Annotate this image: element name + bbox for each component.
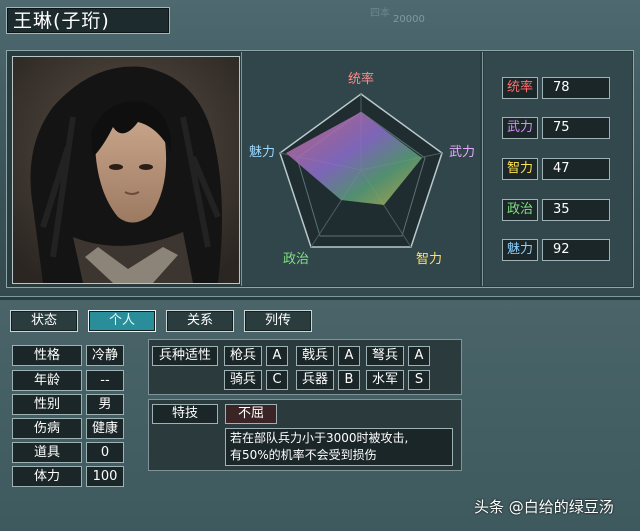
skill-description-line2: 有50%的机率不会受到损伤 xyxy=(230,448,377,462)
character-name: 王琳(子珩) xyxy=(6,7,170,34)
tab-biography[interactable]: 列传 xyxy=(244,310,312,332)
stat-value: 35 xyxy=(542,199,610,221)
stat-value: 92 xyxy=(542,239,610,261)
radar-label-leadership: 统率 xyxy=(348,71,374,87)
aptitude-unit: 枪兵 xyxy=(224,346,262,366)
aptitude-grade: A xyxy=(408,346,430,366)
personal-label: 体力 xyxy=(12,466,82,487)
personal-label: 性格 xyxy=(12,345,82,366)
personal-label: 性别 xyxy=(12,394,82,415)
radar-label-intelligence: 智力 xyxy=(416,252,442,267)
radar-chart-area: 统率 武力 智力 政治 魅力 xyxy=(242,52,480,286)
aptitude-grade: A xyxy=(266,346,288,366)
personal-label: 伤病 xyxy=(12,418,82,439)
radar-label-politics: 政治 xyxy=(283,252,309,267)
section-divider xyxy=(0,296,640,300)
skill-description-line1: 若在部队兵力小于3000时被攻击, xyxy=(230,431,409,445)
stat-label: 魅力 xyxy=(502,239,538,261)
aptitude-grade: A xyxy=(338,346,360,366)
background-label: 四本 xyxy=(370,8,390,19)
stat-label: 武力 xyxy=(502,117,538,139)
personal-label: 年龄 xyxy=(12,370,82,391)
tab-relations[interactable]: 关系 xyxy=(166,310,234,332)
aptitude-unit: 水军 xyxy=(366,370,404,390)
stat-label: 智力 xyxy=(502,158,538,180)
personal-value: 0 xyxy=(86,442,124,463)
aptitude-grade: S xyxy=(408,370,430,390)
aptitude-unit: 骑兵 xyxy=(224,370,262,390)
stat-value: 78 xyxy=(542,77,610,99)
aptitude-title: 兵种适性 xyxy=(152,346,218,366)
stat-label: 政治 xyxy=(502,199,538,221)
aptitude-unit: 弩兵 xyxy=(366,346,404,366)
aptitude-unit: 兵器 xyxy=(296,370,334,390)
personal-value: 男 xyxy=(86,394,124,415)
character-portrait xyxy=(12,56,240,284)
personal-label: 道具 xyxy=(12,442,82,463)
stat-value: 75 xyxy=(542,117,610,139)
stat-label: 统率 xyxy=(502,77,538,99)
skill-description: 若在部队兵力小于3000时被攻击, 有50%的机率不会受到损伤 xyxy=(225,428,453,466)
tab-personal[interactable]: 个人 xyxy=(88,310,156,332)
skill-name: 不屈 xyxy=(225,404,277,424)
stat-value: 47 xyxy=(542,158,610,180)
watermark: 头条 @白给的绿豆汤 xyxy=(474,498,614,516)
aptitude-grade: B xyxy=(338,370,360,390)
personal-value: -- xyxy=(86,370,124,391)
radar-label-war: 武力 xyxy=(449,145,475,160)
background-number: 20000 xyxy=(393,14,425,25)
aptitude-unit: 戟兵 xyxy=(296,346,334,366)
radar-label-charm: 魅力 xyxy=(249,145,275,160)
radar-separator xyxy=(482,52,483,286)
aptitude-grade: C xyxy=(266,370,288,390)
skill-label: 特技 xyxy=(152,404,218,424)
personal-value: 健康 xyxy=(86,418,124,439)
personal-value: 冷静 xyxy=(86,345,124,366)
personal-value: 100 xyxy=(86,466,124,487)
tab-status[interactable]: 状态 xyxy=(10,310,78,332)
